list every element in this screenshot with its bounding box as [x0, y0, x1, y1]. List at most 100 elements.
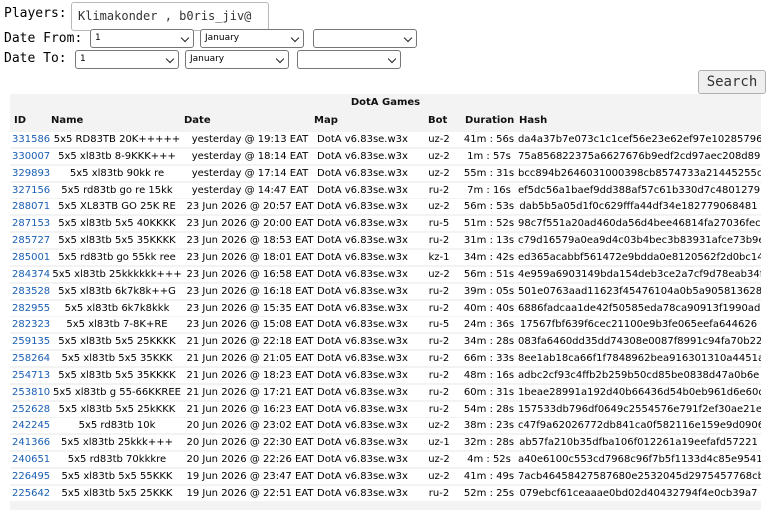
game-map: DotA v6.83se.w3x — [317, 403, 408, 415]
game-name: 5x5 xl83tb 5x5 25kKKK — [58, 403, 176, 415]
game-map: DotA v6.83se.w3x — [317, 420, 408, 432]
game-duration: 39m : 05s — [463, 285, 515, 297]
date-to-month-value: January — [190, 54, 225, 64]
date-from-day-select[interactable]: 1 — [90, 29, 194, 48]
chevron-down-icon — [180, 33, 190, 43]
game-date: 21 Jun 2026 @ 17:21 EAT — [186, 386, 314, 398]
game-duration: 41m : 49s — [463, 471, 515, 482]
game-id-link[interactable]: 240651 — [12, 452, 50, 467]
table-row: 258264 5x5 xl83tb 5x5 35KKK 21 Jun 2026 @ … — [10, 351, 761, 367]
game-map: DotA v6.83se.w3x — [317, 369, 408, 381]
game-duration: 56m : 53s — [463, 201, 515, 213]
game-name: 5x5 xl83tb 7-8K+RE — [66, 319, 168, 331]
chevron-down-icon — [275, 54, 285, 64]
table-row: 259135 5x5 xl83tb 5x5 25KKKK 21 Jun 2026 @… — [10, 334, 761, 350]
game-id-link[interactable]: 285001 — [12, 250, 50, 265]
game-name: 5x5 xl83tb 5x5 40KKKK — [58, 218, 176, 230]
game-bot: ru-2 — [428, 285, 450, 297]
game-bot: kz-1 — [428, 251, 450, 263]
game-hash: 501e0763aad11623f45476104a0b5a905813628e — [518, 285, 761, 297]
game-date: 20 Jun 2026 @ 22:30 EAT — [186, 437, 314, 449]
header-duration[interactable]: Duration — [465, 115, 514, 126]
game-bot: ru-2 — [428, 184, 450, 196]
game-bot: ru-5 — [428, 319, 450, 331]
header-date[interactable]: Date — [184, 115, 211, 126]
game-bot: ru-2 — [428, 353, 450, 365]
table-row: 282323 5x5 xl83tb 7-8K+RE 23 Jun 2026 @ 15… — [10, 317, 761, 333]
table-row: 283528 5x5 xl83tb 6k7k8k++G 23 Jun 2026 @ … — [10, 283, 761, 299]
game-duration: 1m : 57s — [467, 150, 511, 162]
game-id-link[interactable]: 329893 — [12, 166, 50, 181]
game-bot: uz-2 — [428, 454, 450, 466]
chevron-down-icon — [290, 33, 300, 43]
game-duration: 48m : 16s — [463, 369, 515, 381]
header-name[interactable]: Name — [51, 115, 83, 126]
game-id-link[interactable]: 242245 — [12, 418, 50, 433]
game-id-link[interactable]: 284374 — [12, 267, 50, 282]
game-duration: 55m : 31s — [463, 167, 515, 179]
game-id-link[interactable]: 330007 — [12, 149, 50, 164]
game-duration: 4m : 52s — [467, 454, 511, 466]
game-id-link[interactable]: 226495 — [12, 469, 50, 484]
game-map: DotA v6.83se.w3x — [317, 268, 408, 280]
header-bot[interactable]: Bot — [428, 115, 447, 126]
game-id-link[interactable]: 288071 — [12, 199, 50, 214]
game-hash: ed365acabbf561472e9bdda0e8120562f2d0bc14 — [518, 251, 761, 263]
game-map: DotA v6.83se.w3x — [317, 319, 408, 331]
game-map: DotA v6.83se.w3x — [317, 201, 408, 213]
date-from-year-select[interactable] — [313, 29, 417, 48]
date-to-day-select[interactable]: 1 — [75, 50, 179, 69]
game-id-link[interactable]: 252628 — [12, 402, 50, 417]
game-id-link[interactable]: 241366 — [12, 435, 50, 450]
game-id-link[interactable]: 258264 — [12, 351, 50, 366]
game-duration: 41m : 56s — [463, 134, 515, 145]
players-input[interactable]: Klimakonder , b0ris_jiv@ — [71, 2, 269, 31]
search-button[interactable]: Search — [698, 70, 766, 94]
table-row: 282955 5x5 xl83tb 6k7k8kkk 23 Jun 2026 @ 1… — [10, 300, 761, 316]
game-date: 23 Jun 2026 @ 15:35 EAT — [186, 302, 314, 314]
game-date: 20 Jun 2026 @ 22:26 EAT — [186, 454, 314, 466]
game-hash: 079ebcf61ceaaae0bd02d40432794f4e0cb39a7 — [519, 487, 758, 499]
game-name: 5x5 xl83tb 6k7k8k++G — [58, 285, 176, 297]
game-map: DotA v6.83se.w3x — [317, 437, 408, 449]
game-id-link[interactable]: 282323 — [12, 317, 50, 332]
chevron-down-icon — [403, 33, 413, 43]
game-date: yesterday @ 19:13 EAT — [191, 134, 309, 145]
table-row: 240651 5x5 rd83tb 70kkkre 20 Jun 2026 @ 22… — [10, 452, 761, 468]
game-id-link[interactable]: 254713 — [12, 368, 50, 383]
game-id-link[interactable]: 259135 — [12, 334, 50, 349]
game-id-link[interactable]: 285727 — [12, 233, 50, 248]
table-row: 327156 5x5 rd83tb go re 15kk yesterday @ 1… — [10, 182, 761, 198]
table-row: 253810 5x5 xl83tb g 55-66KKREE 21 Jun 2026… — [10, 384, 761, 400]
game-name: 5x5 XL83TB GO 25K RE — [58, 201, 176, 213]
game-id-link[interactable]: 331586 — [12, 132, 50, 147]
game-map: DotA v6.83se.w3x — [317, 218, 408, 230]
game-name: 5x5 xl83tb 5x5 25KKK — [61, 487, 173, 499]
game-bot: uz-2 — [428, 167, 450, 179]
header-hash[interactable]: Hash — [519, 115, 547, 126]
game-bot: ru-2 — [428, 235, 450, 247]
game-bot: uz-2 — [428, 471, 450, 482]
game-hash: bcc894b2646031000398cb8574733a21445255cc — [518, 167, 761, 179]
game-date: yesterday @ 17:14 EAT — [191, 167, 309, 179]
date-to-year-select[interactable] — [297, 50, 401, 69]
game-id-link[interactable]: 253810 — [12, 385, 50, 400]
game-id-link[interactable]: 327156 — [12, 183, 50, 198]
game-hash: da4a37b7e073c1c1cef56e23e62ef97e10285796 — [518, 134, 761, 145]
game-id-link[interactable]: 283528 — [12, 284, 50, 299]
game-map: DotA v6.83se.w3x — [317, 302, 408, 314]
game-id-link[interactable]: 282955 — [12, 301, 50, 316]
game-name: 5x5 xl83tb 6k7k8kkk — [64, 302, 170, 314]
game-bot: uz-2 — [428, 420, 450, 432]
table-row: 284374 5x5 xl83tb 25kkkkkk+++ 23 Jun 2026 … — [10, 266, 761, 282]
game-id-link[interactable]: 225642 — [12, 486, 50, 501]
game-id-link[interactable]: 287153 — [12, 216, 50, 231]
table-row: 287153 5x5 xl83tb 5x5 40KKKK 23 Jun 2026 @… — [10, 216, 761, 232]
game-map: DotA v6.83se.w3x — [317, 184, 408, 196]
date-from-month-select[interactable]: January — [200, 29, 304, 48]
date-to-month-select[interactable]: January — [185, 50, 289, 69]
header-id[interactable]: ID — [14, 115, 26, 126]
game-date: 23 Jun 2026 @ 15:08 EAT — [186, 319, 314, 331]
header-map[interactable]: Map — [314, 115, 338, 126]
game-duration: 51m : 52s — [463, 218, 515, 230]
